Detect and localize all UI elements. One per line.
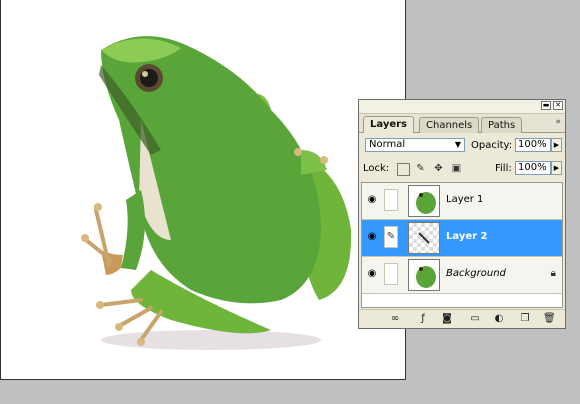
layer-thumbnail bbox=[408, 222, 440, 254]
adjustment-layer-icon[interactable]: ◐ bbox=[493, 313, 505, 325]
fill-slider-button[interactable]: ▶ bbox=[551, 161, 562, 175]
new-group-icon[interactable]: ▭ bbox=[469, 313, 481, 325]
palette-titlebar[interactable]: ▬ ✕ bbox=[359, 100, 565, 114]
fill-input[interactable]: 100% bbox=[515, 161, 551, 175]
lock-icon: 🔒︎ bbox=[550, 268, 556, 279]
tab-channels[interactable]: Channels bbox=[419, 117, 480, 133]
chevron-down-icon: ▼ bbox=[454, 140, 461, 149]
layer-link-cell[interactable] bbox=[384, 263, 398, 285]
tab-paths[interactable]: Paths bbox=[481, 117, 523, 133]
palette-tabs: Layers Channels Paths » bbox=[359, 114, 565, 133]
palette-menu-icon[interactable]: » bbox=[555, 117, 561, 127]
layer-row[interactable]: ◉ Layer 1 bbox=[362, 183, 562, 220]
opacity-label: Opacity: bbox=[471, 140, 513, 151]
layer-link-cell[interactable] bbox=[384, 189, 398, 211]
trash-icon[interactable]: 🗑︎ bbox=[543, 313, 556, 325]
eye-icon[interactable]: ◉ bbox=[365, 193, 379, 207]
layer-thumbnail bbox=[408, 185, 440, 217]
close-icon[interactable]: ✕ bbox=[553, 101, 563, 110]
lock-label: Lock: bbox=[363, 163, 390, 174]
layer-name[interactable]: Background bbox=[446, 268, 506, 279]
fill-label: Fill: bbox=[495, 163, 512, 174]
new-layer-icon[interactable]: ❐ bbox=[519, 313, 531, 325]
layer-name[interactable]: Layer 1 bbox=[446, 194, 483, 205]
lock-image-brush-icon[interactable]: ✎ bbox=[415, 163, 426, 174]
eye-icon[interactable]: ◉ bbox=[365, 267, 379, 281]
layer-name[interactable]: Layer 2 bbox=[446, 231, 487, 242]
opacity-input[interactable]: 100% bbox=[515, 138, 551, 152]
opacity-slider-button[interactable]: ▶ bbox=[551, 138, 562, 152]
layer-row-selected[interactable]: ◉ ✎ Layer 2 bbox=[362, 220, 562, 257]
layer-row-background[interactable]: ◉ Background 🔒︎ bbox=[362, 257, 562, 294]
lock-row: Lock: ✎ ✥ ▣ Fill: 100% ▶ bbox=[359, 160, 565, 178]
layer-style-icon[interactable]: ƒ bbox=[417, 313, 429, 325]
layers-palette: ▬ ✕ Layers Channels Paths » Normal ▼ Opa… bbox=[358, 99, 566, 329]
blend-row: Normal ▼ Opacity: 100% ▶ bbox=[359, 136, 565, 154]
minimize-icon[interactable]: ▬ bbox=[541, 101, 551, 110]
lock-transparency-icon[interactable] bbox=[397, 163, 410, 176]
brush-icon[interactable]: ✎ bbox=[384, 226, 398, 248]
document-canvas[interactable] bbox=[0, 0, 406, 380]
eye-icon[interactable]: ◉ bbox=[365, 230, 379, 244]
blend-mode-select[interactable]: Normal ▼ bbox=[365, 138, 465, 152]
lock-position-icon[interactable]: ✥ bbox=[433, 163, 444, 174]
link-layers-icon[interactable]: ∞ bbox=[389, 313, 401, 325]
layer-mask-icon[interactable]: ◙ bbox=[441, 313, 453, 325]
layer-thumbnail bbox=[408, 259, 440, 291]
palette-bottom-bar: ∞ ƒ ◙ ▭ ◐ ❐ 🗑︎ bbox=[359, 309, 565, 328]
tab-layers[interactable]: Layers bbox=[363, 116, 414, 133]
layers-list: ◉ Layer 1 ◉ ✎ Layer 2 ◉ Background 🔒︎ bbox=[361, 182, 563, 308]
frog-image bbox=[81, 36, 352, 350]
blend-mode-value: Normal bbox=[369, 139, 406, 150]
lock-all-icon[interactable]: ▣ bbox=[451, 163, 462, 174]
